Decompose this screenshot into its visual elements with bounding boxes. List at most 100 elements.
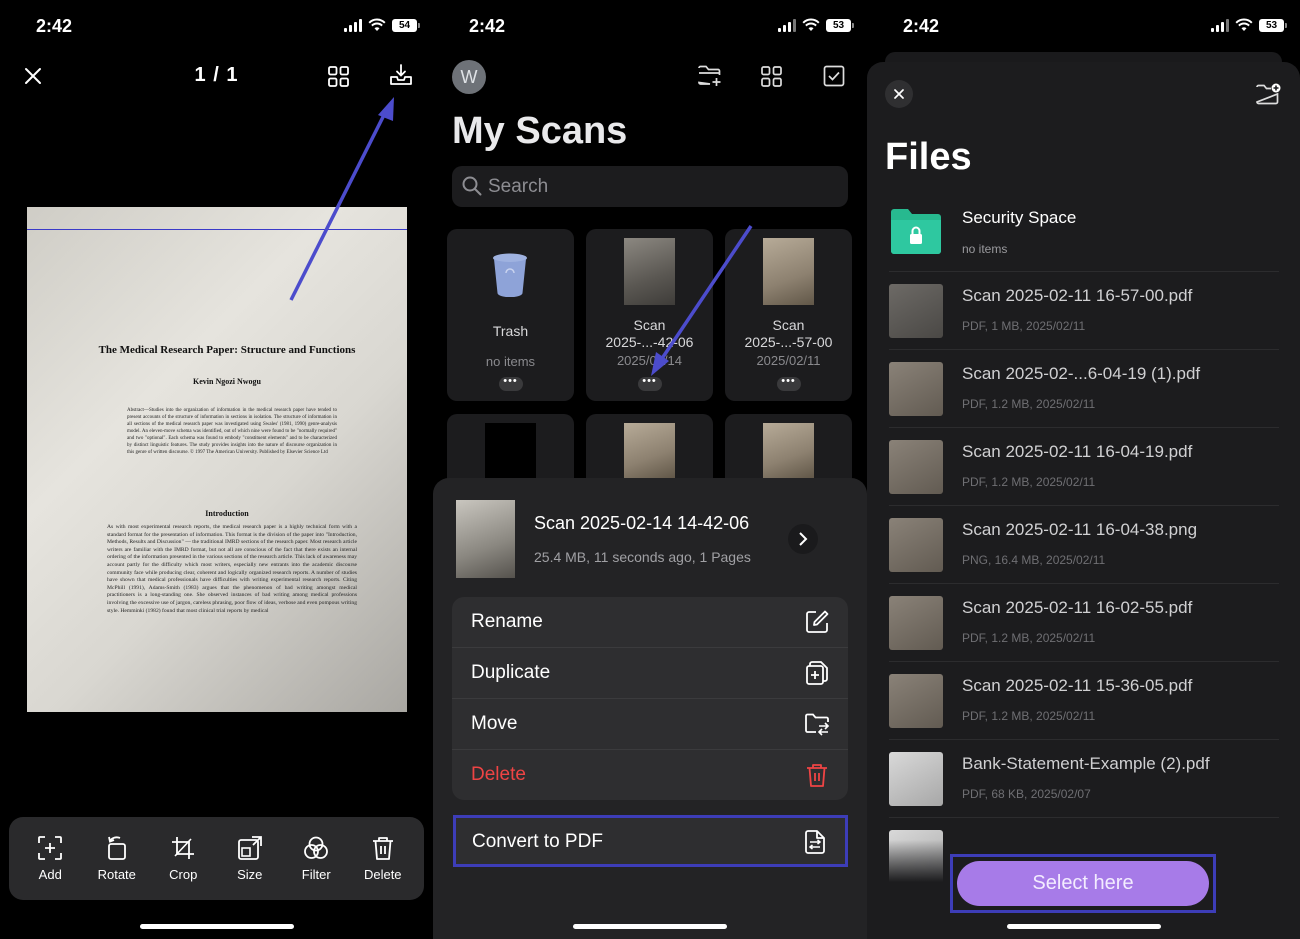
home-indicator bbox=[573, 924, 727, 929]
home-indicator bbox=[139, 924, 294, 929]
file-name: Scan 2025-02-11 16-02-55.pdf bbox=[962, 598, 1193, 617]
file-row[interactable]: Scan 2025-02-11 15-36-05.pdf PDF, 1.2 MB… bbox=[889, 662, 1279, 740]
close-button[interactable] bbox=[885, 80, 913, 108]
file-thumbnail bbox=[889, 284, 943, 338]
file-meta: PDF, 1.2 MB, 2025/02/11 bbox=[962, 475, 1096, 489]
close-icon bbox=[894, 89, 904, 99]
more-icon[interactable]: ••• bbox=[776, 376, 801, 391]
add-button[interactable]: Add bbox=[20, 835, 80, 882]
size-button[interactable]: Size bbox=[220, 835, 280, 882]
delete-label: Delete bbox=[363, 867, 402, 882]
file-row[interactable]: Bank-Statement-Example (2).pdf PDF, 68 K… bbox=[889, 740, 1279, 818]
select-here-button[interactable]: Select here bbox=[957, 861, 1209, 906]
file-row[interactable]: Scan 2025-02-11 16-57-00.pdf PDF, 1 MB, … bbox=[889, 272, 1279, 350]
scan-thumbnail bbox=[763, 238, 814, 305]
delete-file-label: Delete bbox=[471, 764, 526, 785]
signal-icon bbox=[1211, 18, 1229, 32]
delete-file-button[interactable]: Delete bbox=[452, 750, 848, 800]
wifi-icon bbox=[802, 18, 820, 31]
select-checkbox-icon[interactable] bbox=[823, 65, 845, 87]
file-name: Scan 2025-02-11 16-57-00.pdf bbox=[962, 286, 1193, 305]
status-bar: 2:42 53 bbox=[433, 0, 867, 52]
file-thumbnail bbox=[889, 362, 943, 416]
file-name: Scan 2025-02-...6-04-19 (1).pdf bbox=[962, 364, 1201, 383]
add-label: Add bbox=[38, 867, 62, 882]
delete-button[interactable]: Delete bbox=[353, 835, 413, 882]
document-abstract: Abstract—Studies into the organization o… bbox=[127, 408, 337, 455]
trash-bin-icon bbox=[493, 253, 527, 297]
move-label: Move bbox=[471, 713, 518, 734]
scan-thumbnail bbox=[485, 423, 536, 478]
grid-icon[interactable] bbox=[328, 66, 349, 87]
status-time: 2:42 bbox=[903, 16, 940, 36]
trash-tile[interactable]: Trash no items ••• bbox=[447, 229, 574, 401]
rename-button[interactable]: Rename bbox=[452, 597, 848, 648]
file-meta: PDF, 1.2 MB, 2025/02/11 bbox=[962, 709, 1096, 723]
chevron-right-icon bbox=[799, 532, 808, 546]
file-thumbnail bbox=[889, 440, 943, 494]
file-meta: PNG, 16.4 MB, 2025/02/11 bbox=[962, 553, 1106, 567]
avatar[interactable]: W bbox=[452, 60, 486, 94]
battery-icon: 54 bbox=[392, 18, 420, 32]
trash-icon bbox=[807, 764, 827, 787]
size-label: Size bbox=[237, 867, 263, 882]
save-download-icon[interactable] bbox=[389, 63, 413, 87]
locked-folder-icon bbox=[891, 209, 941, 254]
convert-to-pdf-button[interactable]: Convert to PDF bbox=[453, 815, 848, 867]
file-thumbnail bbox=[889, 752, 943, 806]
duplicate-label: Duplicate bbox=[471, 662, 551, 683]
edit-icon bbox=[806, 610, 829, 633]
status-time: 2:42 bbox=[36, 16, 73, 36]
document-section-heading: Introduction bbox=[205, 509, 249, 518]
rotate-label: Rotate bbox=[97, 867, 136, 882]
add-icon bbox=[38, 836, 63, 860]
security-space-folder[interactable]: Security Space no items bbox=[889, 194, 1279, 272]
file-row[interactable]: Scan 2025-02-11 16-02-55.pdf PDF, 1.2 MB… bbox=[889, 584, 1279, 662]
document-body: As with most experimental research repor… bbox=[107, 524, 357, 614]
grid-view-icon[interactable] bbox=[761, 66, 782, 87]
file-thumbnail bbox=[889, 674, 943, 728]
file-row[interactable]: Scan 2025-02-...6-04-19 (1).pdf PDF, 1.2… bbox=[889, 350, 1279, 428]
file-name: Scan 2025-02-11 16-04-38.png bbox=[962, 520, 1198, 539]
scans-panel: 2:42 53 W My Scans Search Trash no items… bbox=[433, 0, 867, 939]
folder-name: Security Space bbox=[962, 208, 1077, 227]
status-bar: 2:42 54 bbox=[0, 0, 433, 52]
edit-toolbar: Add Rotate Crop Size Filter Delete bbox=[9, 817, 424, 900]
crop-button[interactable]: Crop bbox=[153, 835, 213, 882]
annotation-arrow bbox=[651, 225, 753, 376]
more-icon[interactable]: ••• bbox=[498, 376, 523, 391]
file-thumbnail bbox=[889, 518, 943, 572]
file-row[interactable]: Scan 2025-02-11 16-04-19.pdf PDF, 1.2 MB… bbox=[889, 428, 1279, 506]
scan-thumbnail bbox=[763, 423, 814, 478]
filter-button[interactable]: Filter bbox=[286, 835, 346, 882]
size-icon bbox=[237, 836, 262, 860]
signal-icon bbox=[778, 18, 796, 32]
folder-meta: no items bbox=[962, 242, 1008, 256]
rotate-button[interactable]: Rotate bbox=[87, 835, 147, 882]
crop-label: Crop bbox=[169, 867, 198, 882]
move-button[interactable]: Move bbox=[452, 699, 848, 750]
page-title: My Scans bbox=[452, 110, 628, 152]
file-row[interactable]: Scan 2025-02-11 16-04-38.png PNG, 16.4 M… bbox=[889, 506, 1279, 584]
duplicate-button[interactable]: Duplicate bbox=[452, 648, 848, 699]
new-folder-icon[interactable] bbox=[697, 64, 723, 88]
file-name: Scan 2025-02-11 15-36-05.pdf bbox=[962, 676, 1193, 695]
new-folder-icon[interactable] bbox=[1255, 83, 1281, 105]
status-bar: 2:42 53 bbox=[867, 0, 1300, 52]
tile-name: Trash bbox=[492, 323, 529, 339]
file-details-button[interactable] bbox=[788, 524, 818, 554]
file-meta: PDF, 1.2 MB, 2025/02/11 bbox=[962, 397, 1096, 411]
signal-icon bbox=[344, 18, 362, 32]
filter-icon bbox=[304, 836, 329, 859]
file-meta: PDF, 1 MB, 2025/02/11 bbox=[962, 319, 1086, 333]
status-time: 2:42 bbox=[469, 16, 506, 36]
file-actions-menu: Rename Duplicate Move Delete bbox=[452, 597, 848, 800]
page-indicator: 1 / 1 bbox=[194, 64, 239, 86]
wifi-icon bbox=[368, 18, 386, 31]
files-panel: 2:42 53 Files Security Space no items Sc… bbox=[867, 0, 1300, 939]
rename-label: Rename bbox=[471, 611, 543, 632]
filter-label: Filter bbox=[301, 867, 331, 882]
file-meta: PDF, 1.2 MB, 2025/02/11 bbox=[962, 631, 1096, 645]
search-input[interactable]: Search bbox=[452, 166, 848, 207]
convert-label: Convert to PDF bbox=[472, 831, 603, 852]
